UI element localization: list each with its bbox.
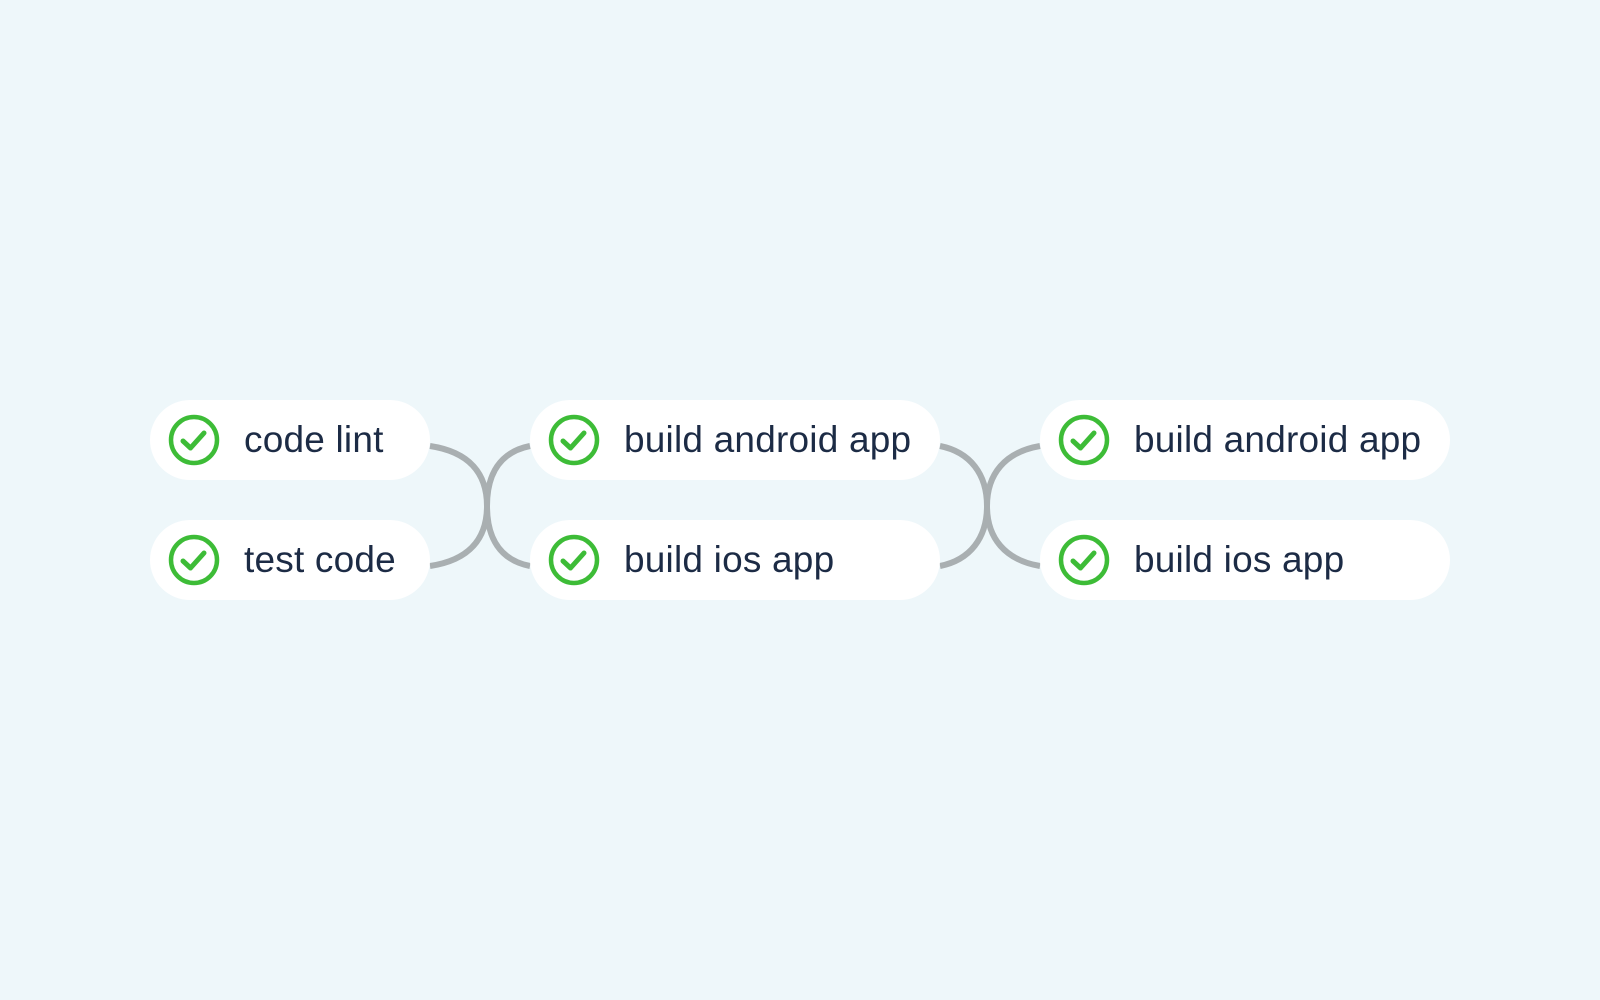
job-build-android-app[interactable]: build android app — [530, 400, 940, 480]
job-name: test code — [244, 539, 396, 580]
connector-line — [484, 443, 531, 507]
check-circle-icon — [168, 534, 220, 586]
check-circle-icon — [548, 534, 600, 586]
check-circle-icon — [548, 414, 600, 466]
check-circle-icon — [1058, 414, 1110, 466]
check-circle-icon — [1058, 534, 1110, 586]
connector-line — [939, 443, 990, 507]
job-name: code lint — [244, 419, 384, 460]
connector-line — [429, 443, 490, 507]
job-build-ios-app[interactable]: build ios app — [530, 520, 940, 600]
check-circle-icon — [168, 414, 220, 466]
connector-line — [984, 443, 1041, 507]
job-name: build android app — [1134, 419, 1422, 460]
connector-line — [484, 505, 531, 569]
job-build-ios-app[interactable]: build ios app — [1040, 520, 1450, 600]
job-build-android-app[interactable]: build android app — [1040, 400, 1450, 480]
stage-connectors — [429, 443, 1041, 569]
connector-line — [429, 505, 490, 569]
job-name: build ios app — [624, 539, 835, 580]
job-code-lint[interactable]: code lint — [150, 400, 430, 480]
connector-line — [939, 505, 990, 569]
job-name: build android app — [624, 419, 912, 460]
connector-line — [984, 505, 1041, 569]
job-test-code[interactable]: test code — [150, 520, 430, 600]
job-name: build ios app — [1134, 539, 1345, 580]
